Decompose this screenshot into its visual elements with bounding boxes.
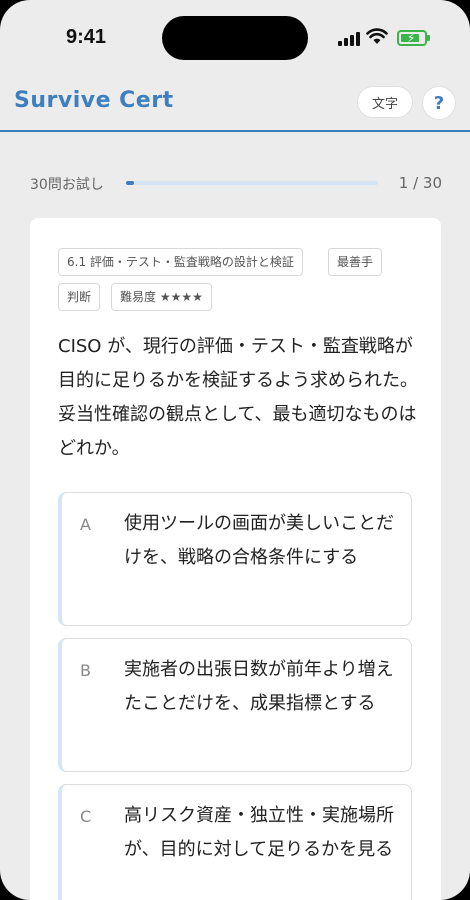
tag-topic: 6.1 評価・テスト・監査戦略の設計と検証 xyxy=(58,248,303,276)
option-letter: A xyxy=(80,515,91,534)
status-time: 9:41 xyxy=(66,26,107,48)
progress-count: 1 / 30 xyxy=(398,174,442,192)
option-b[interactable]: B 実施者の出張日数が前年より増えたことだけを、成果指標とする xyxy=(58,638,412,772)
tag-type: 最善手 xyxy=(328,248,383,276)
question-text: CISO が、現行の評価・テスト・監査戦略が目的に足りるかを検証するよう求められ… xyxy=(58,336,418,459)
progress-label: 30問お試し xyxy=(30,177,104,193)
progress-fill xyxy=(126,181,135,185)
signal-icon xyxy=(338,30,360,46)
option-a[interactable]: A 使用ツールの画面が美しいことだけを、戦略の合格条件にする xyxy=(58,492,412,626)
option-letter: B xyxy=(80,661,91,680)
option-text: 高リスク資産・独立性・実施場所が、目的に対して足りるかを見る xyxy=(124,805,394,860)
option-text: 使用ツールの画面が美しいことだけを、戦略の合格条件にする xyxy=(124,513,394,568)
app-title: Survive Cert xyxy=(14,88,174,113)
option-text: 実施者の出張日数が前年より増えたことだけを、成果指標とする xyxy=(124,659,394,714)
dynamic-island xyxy=(162,16,308,60)
text-size-button[interactable]: 文字 xyxy=(357,86,413,118)
option-c[interactable]: C 高リスク資産・独立性・実施場所が、目的に対して足りるかを見る xyxy=(58,784,412,900)
tag-category: 判断 xyxy=(58,283,101,311)
progress-row: 30問お試し 1 / 30 xyxy=(30,172,442,194)
option-letter: C xyxy=(80,807,92,826)
battery-icon: ⚡ xyxy=(397,30,430,46)
phone-screen: 9:41 ⚡ Survive Cert 文字 ? 30問お試し 1 / 30 6… xyxy=(0,0,470,900)
question-card: 6.1 評価・テスト・監査戦略の設計と検証 最善手 判断 難易度 ★★★★ CI… xyxy=(30,218,441,900)
status-bar: 9:41 ⚡ xyxy=(0,0,470,76)
help-button[interactable]: ? xyxy=(422,86,456,120)
progress-bar xyxy=(126,181,378,185)
wifi-icon xyxy=(366,28,388,44)
app-header: Survive Cert 文字 ? xyxy=(0,76,470,132)
tag-difficulty: 難易度 ★★★★ xyxy=(111,283,212,311)
